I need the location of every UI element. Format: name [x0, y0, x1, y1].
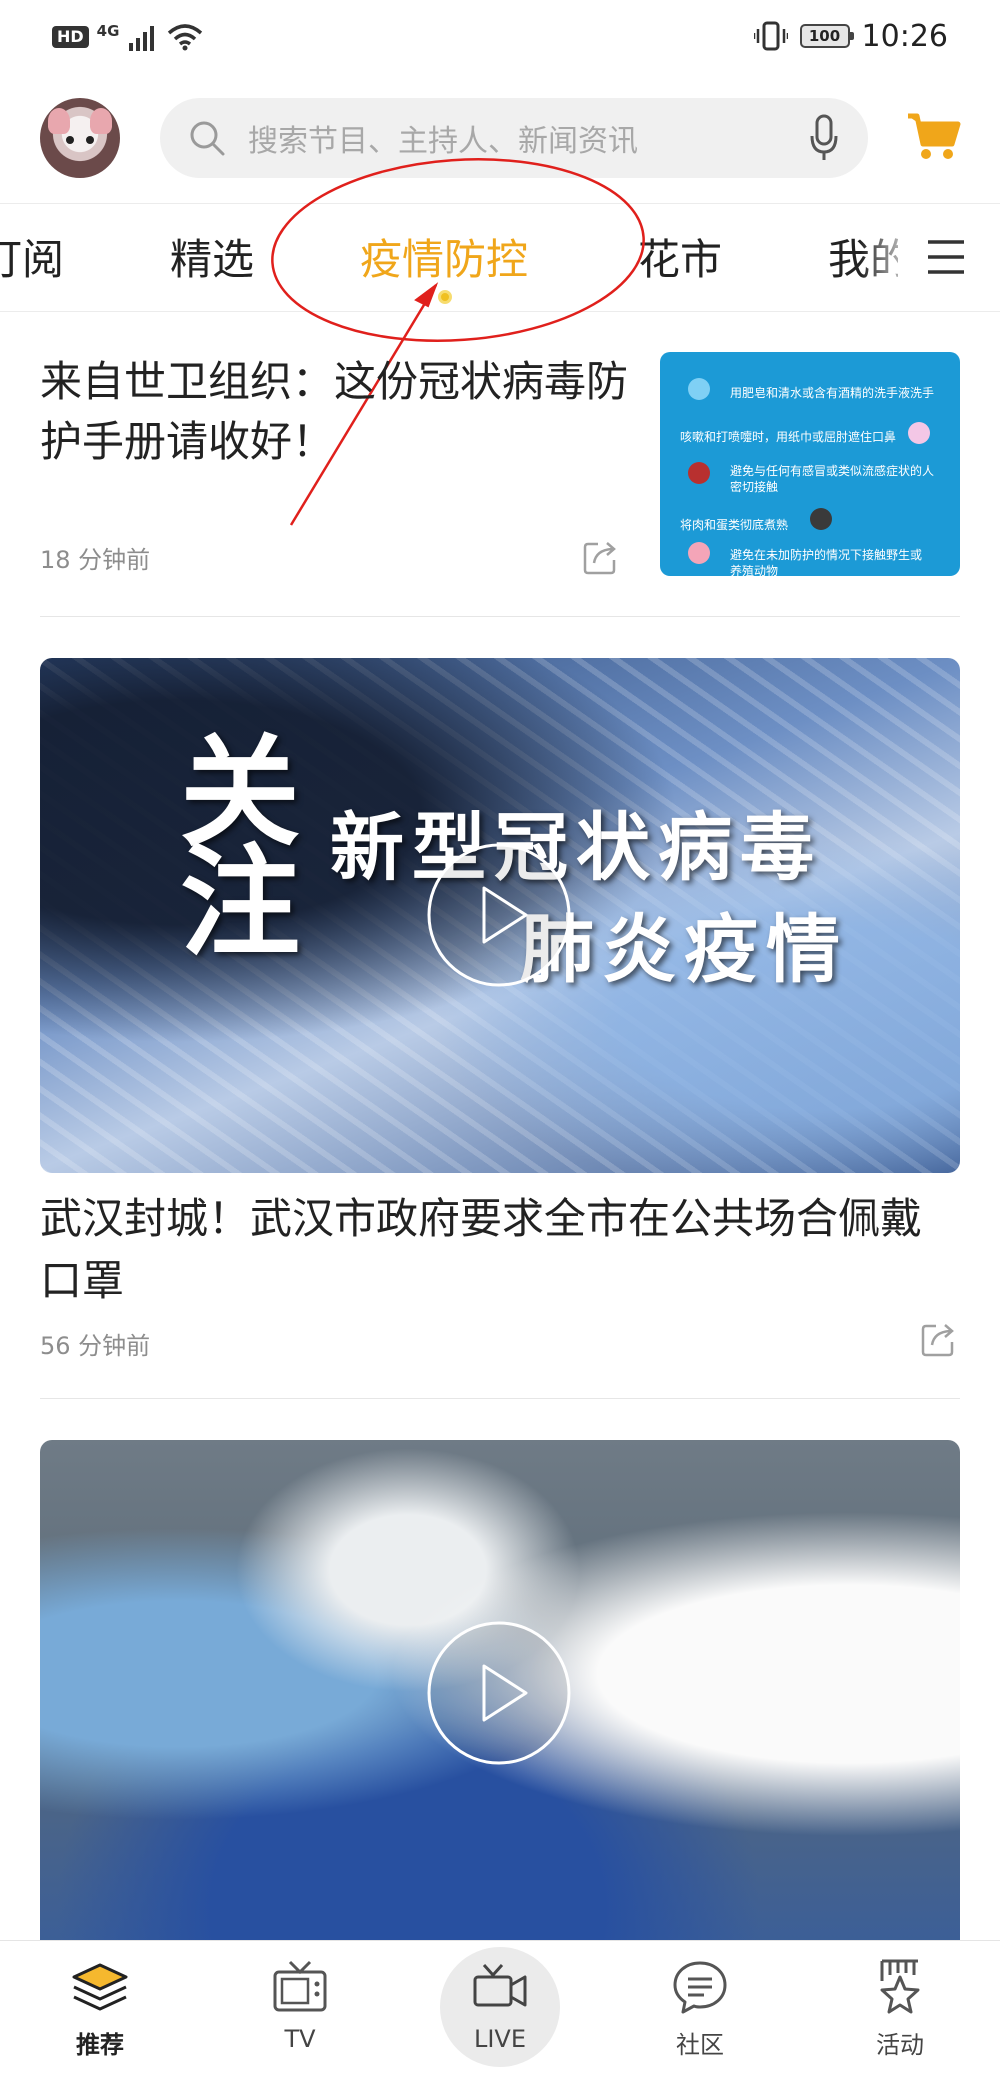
- tab-subscribe[interactable]: 订阅: [0, 225, 64, 295]
- status-right: 100 10:26: [753, 16, 948, 56]
- person-icon: [688, 462, 710, 484]
- thumbnail-text: 咳嗽和打喷嚏时，用纸巾或屈肘遮住口鼻: [680, 430, 897, 444]
- tissue-icon: [908, 422, 930, 444]
- star-badge-icon: [880, 1959, 920, 2014]
- nav-recommend[interactable]: 推荐: [30, 1957, 170, 2060]
- search-icon: [190, 121, 225, 156]
- tab-featured[interactable]: 精选: [170, 225, 254, 295]
- video-overlay-text: 新型冠状病毒: [330, 805, 822, 891]
- nav-label: 活动: [876, 2031, 924, 2059]
- battery-indicator: 100: [799, 24, 854, 48]
- thumbnail-text: 避免与任何有感冒或类似流感症状的人: [730, 464, 935, 478]
- article-title[interactable]: 武汉封城！武汉市政府要求全市在公共场合佩戴口罩: [40, 1188, 960, 1312]
- hand-wash-icon: [688, 378, 710, 400]
- nav-events[interactable]: 活动: [830, 1957, 970, 2060]
- clock: 10:26: [861, 18, 948, 54]
- tabs-fade: [860, 215, 920, 305]
- thumbnail-text: 避免在未加防护的情况下接触野生或: [730, 548, 923, 562]
- nav-community[interactable]: 社区: [630, 1957, 770, 2060]
- signal-icon: [129, 26, 155, 51]
- divider: [40, 616, 960, 617]
- nav-label: TV: [284, 2025, 316, 2053]
- play-icon[interactable]: [426, 842, 572, 988]
- nav-label: LIVE: [473, 2025, 527, 2053]
- status-bar: HD 4G 100 10:26: [0, 0, 1000, 75]
- live-camera-icon: [473, 1963, 527, 2007]
- nav-tv[interactable]: TV: [230, 1957, 370, 2053]
- tab-indicator: [438, 290, 452, 304]
- thumbnail-text: 密切接触: [730, 480, 779, 494]
- nav-label: 社区: [676, 2031, 724, 2059]
- video-thumbnail[interactable]: 关注 新型冠状病毒 肺炎疫情: [40, 658, 960, 1173]
- wifi-icon: [168, 24, 203, 51]
- animal-icon: [688, 542, 710, 564]
- avatar-eye: [86, 136, 94, 144]
- vibrate-icon: [753, 21, 788, 51]
- divider: [0, 311, 1000, 312]
- search-input[interactable]: 搜索节目、主持人、新闻资讯: [248, 116, 810, 160]
- menu-icon[interactable]: [926, 237, 966, 277]
- divider: [0, 203, 1000, 204]
- shopping-cart-icon[interactable]: [906, 108, 962, 164]
- tab-flower-market[interactable]: 花市: [638, 225, 722, 295]
- tab-epidemic-control[interactable]: 疫情防控: [360, 225, 528, 295]
- thumbnail-text: 将肉和蛋类彻底煮熟: [680, 518, 789, 532]
- nav-live[interactable]: LIVE: [430, 1957, 570, 2053]
- nav-label: 推荐: [76, 2031, 124, 2059]
- article-time: 18 分钟前: [40, 546, 151, 574]
- share-icon[interactable]: [920, 1320, 958, 1358]
- network-type: 4G: [96, 22, 120, 40]
- article-title[interactable]: 来自世卫组织：这份冠状病毒防护手册请收好！: [40, 352, 640, 472]
- chat-bubble-icon: [673, 1961, 727, 2014]
- thumbnail-text: 用肥皂和清水或含有酒精的洗手液洗手: [730, 386, 935, 400]
- pot-icon: [810, 508, 832, 530]
- avatar-ear: [90, 108, 112, 134]
- avatar-ear: [48, 108, 70, 134]
- microphone-icon[interactable]: [810, 114, 838, 162]
- avatar-eye: [66, 136, 74, 144]
- thumbnail-text: 养殖动物: [730, 564, 779, 576]
- play-icon[interactable]: [426, 1620, 572, 1766]
- user-avatar[interactable]: [40, 98, 120, 178]
- hd-badge: HD: [52, 26, 89, 48]
- divider: [40, 1398, 960, 1399]
- search-bar[interactable]: 搜索节目、主持人、新闻资讯: [160, 98, 868, 178]
- status-left: HD 4G: [52, 20, 203, 54]
- video-overlay-calligraphy: 关注: [180, 722, 300, 973]
- tv-icon: [273, 1960, 327, 2012]
- share-icon[interactable]: [582, 538, 620, 576]
- bottom-navigation: 推荐 TV LIVE 社区 活动: [0, 1940, 1000, 2078]
- layers-icon: [72, 1963, 128, 2011]
- video-thumbnail[interactable]: [40, 1440, 960, 1960]
- article-time: 56 分钟前: [40, 1332, 151, 1360]
- article-thumbnail[interactable]: 用肥皂和清水或含有酒精的洗手液洗手 咳嗽和打喷嚏时，用纸巾或屈肘遮住口鼻 避免与…: [660, 352, 960, 576]
